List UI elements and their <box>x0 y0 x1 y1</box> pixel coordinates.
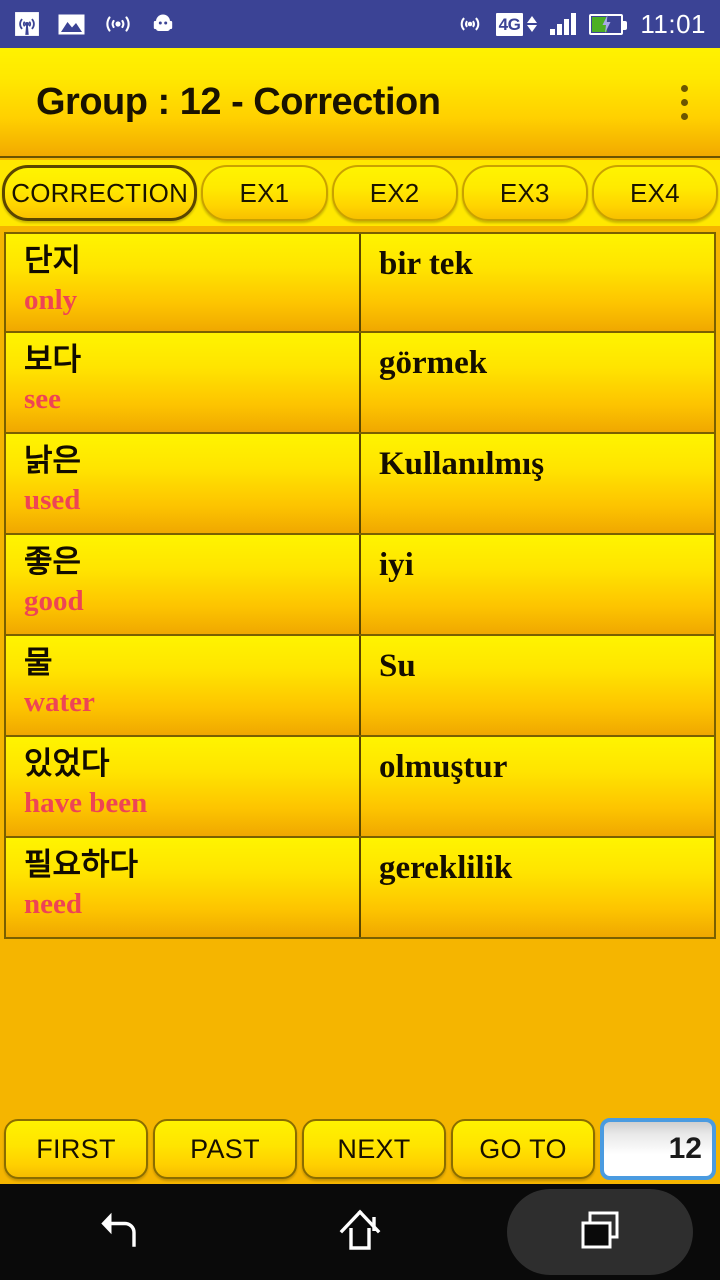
recents-icon <box>576 1206 624 1259</box>
signal-bars-icon <box>550 13 577 35</box>
next-button-label: NEXT <box>337 1133 411 1164</box>
go-to-button[interactable]: GO TO <box>451 1119 595 1179</box>
app-root: 4G 11:01 Group : 12 - Correction CORRECT… <box>0 0 720 1280</box>
data-arrows-icon <box>527 16 538 32</box>
tab-label: EX2 <box>369 177 420 208</box>
network-4g-badge: 4G <box>495 12 524 36</box>
gloss-text: good <box>24 584 84 617</box>
tab-strip: CORRECTION EX1 EX2 EX3 EX4 <box>0 160 720 226</box>
tab-label: EX3 <box>499 177 550 208</box>
first-button[interactable]: FIRST <box>4 1119 148 1179</box>
pagination-bar: FIRST PAST NEXT GO TO 12 <box>0 1114 720 1184</box>
gloss-text: have been <box>24 786 148 819</box>
table-row[interactable]: 단지 only bir tek <box>4 232 716 333</box>
battery-charging-icon <box>589 13 628 35</box>
status-bar-right-icons: 4G 11:01 <box>457 9 706 40</box>
status-bar-clock: 11:01 <box>640 8 706 39</box>
term-text: 좋은 <box>24 544 82 580</box>
translation-cell: Su <box>361 636 714 735</box>
gloss-text: need <box>24 887 82 920</box>
table-row[interactable]: 낡은 used Kullanılmış <box>4 434 716 535</box>
term-text: 단지 <box>24 243 82 279</box>
translation-cell: gereklilik <box>361 838 714 937</box>
translation-cell: Kullanılmış <box>361 434 714 533</box>
back-button[interactable] <box>0 1184 240 1280</box>
term-text: 있었다 <box>24 746 110 782</box>
gloss-text: see <box>24 382 62 415</box>
more-options-icon[interactable] <box>669 75 700 130</box>
table-row[interactable]: 있었다 have been olmuştur <box>4 737 716 838</box>
translation-text: gereklilik <box>379 850 513 886</box>
gloss-text: only <box>24 283 78 316</box>
go-to-button-label: GO TO <box>479 1133 567 1164</box>
source-cell: 물 water <box>6 636 361 735</box>
recents-button[interactable] <box>480 1184 720 1280</box>
term-text: 보다 <box>24 342 82 378</box>
tab-label: CORRECTION <box>11 177 189 208</box>
source-cell: 좋은 good <box>6 535 361 634</box>
tab-ex1[interactable]: EX1 <box>201 165 328 221</box>
translation-text: iyi <box>379 547 414 583</box>
tab-ex2[interactable]: EX2 <box>331 165 458 221</box>
translation-cell: görmek <box>361 333 714 432</box>
next-button[interactable]: NEXT <box>302 1119 446 1179</box>
source-cell: 필요하다 need <box>6 838 361 937</box>
term-text: 낡은 <box>24 443 82 479</box>
photo-icon <box>58 13 85 36</box>
translation-text: olmuştur <box>379 749 508 785</box>
table-row[interactable]: 보다 see görmek <box>4 333 716 434</box>
home-button[interactable] <box>240 1184 480 1280</box>
gloss-text: water <box>24 685 95 718</box>
back-arrow-icon <box>95 1205 145 1260</box>
term-text: 물 <box>24 645 53 681</box>
android-navigation-bar <box>0 1184 720 1280</box>
word-list[interactable]: 단지 only bir tek 보다 see görmek 낡은 used Ku… <box>0 228 720 1114</box>
android-robot-icon <box>151 12 175 36</box>
translation-text: Kullanılmış <box>379 446 545 482</box>
page-number-input[interactable]: 12 <box>600 1118 716 1180</box>
status-bar: 4G 11:01 <box>0 0 720 48</box>
source-cell: 보다 see <box>6 333 361 432</box>
past-button[interactable]: PAST <box>153 1119 297 1179</box>
table-row[interactable]: 좋은 good iyi <box>4 535 716 636</box>
translation-text: Su <box>379 648 416 684</box>
table-row[interactable]: 필요하다 need gereklilik <box>4 838 716 939</box>
cast-icon <box>457 11 483 37</box>
translation-text: bir tek <box>379 246 473 282</box>
title-bar: Group : 12 - Correction <box>0 48 720 158</box>
gloss-text: used <box>24 483 81 516</box>
wifi-signal-icon <box>103 13 133 35</box>
source-cell: 낡은 used <box>6 434 361 533</box>
translation-cell: iyi <box>361 535 714 634</box>
broadcast-icon <box>14 11 40 37</box>
past-button-label: PAST <box>190 1133 260 1164</box>
translation-cell: olmuştur <box>361 737 714 836</box>
first-button-label: FIRST <box>36 1133 116 1164</box>
tab-label: EX1 <box>239 177 290 208</box>
tab-correction[interactable]: CORRECTION <box>2 165 198 221</box>
tab-ex3[interactable]: EX3 <box>461 165 588 221</box>
source-cell: 있었다 have been <box>6 737 361 836</box>
table-row[interactable]: 물 water Su <box>4 636 716 737</box>
page-title: Group : 12 - Correction <box>36 80 441 123</box>
source-cell: 단지 only <box>6 234 361 331</box>
tab-label: EX4 <box>630 177 680 208</box>
status-bar-left-icons <box>14 11 175 37</box>
home-icon <box>334 1204 386 1261</box>
term-text: 필요하다 <box>24 847 139 883</box>
page-number-value: 12 <box>668 1132 702 1165</box>
tab-ex4[interactable]: EX4 <box>591 165 718 221</box>
translation-cell: bir tek <box>361 234 714 331</box>
translation-text: görmek <box>379 345 488 381</box>
